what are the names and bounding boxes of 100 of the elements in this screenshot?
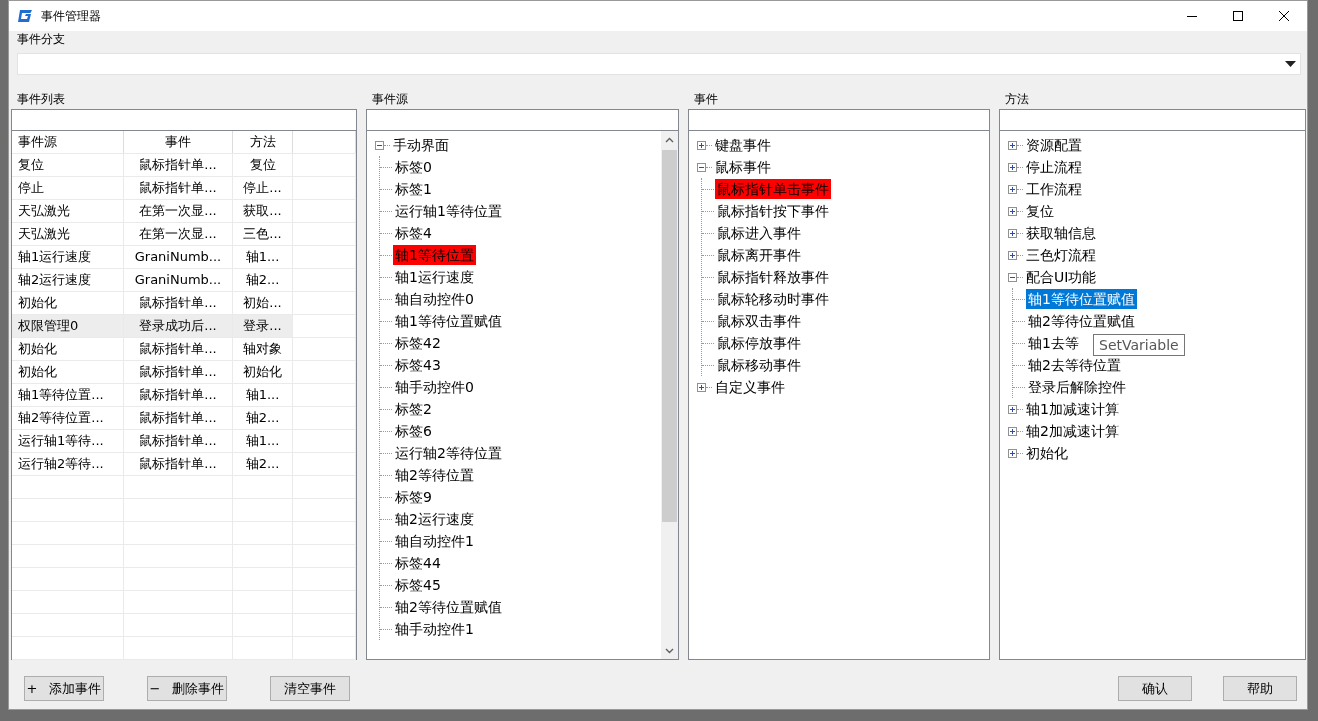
tree-item[interactable]: 运行轴2等待位置 [393, 443, 504, 463]
tree-item[interactable]: 登录后解除控件 [1026, 377, 1128, 397]
tree-item[interactable]: 鼠标事件 [713, 157, 773, 177]
table-cell: 鼠标指针单... [124, 154, 233, 176]
tree-item[interactable]: 标签42 [393, 333, 443, 353]
tree-item[interactable]: 自定义事件 [713, 377, 787, 397]
tree-item[interactable]: 轴1等待位置赋值 [393, 311, 504, 331]
tree-item[interactable]: 轴手动控件0 [393, 377, 476, 397]
tree-item[interactable]: 手动界面 [391, 135, 451, 155]
tree-item[interactable]: 轴2去等待位置 [1026, 355, 1123, 375]
tree-item[interactable]: 初始化 [1024, 443, 1070, 463]
table-cell: 在第一次显... [124, 200, 233, 222]
table-cell: 轴1... [233, 384, 293, 406]
table-cell: 鼠标指针单... [124, 384, 233, 406]
table-row[interactable]: 轴2运行速度 GraniNumb... 轴2... [12, 269, 356, 292]
action-button[interactable]: 清空事件 [270, 676, 350, 701]
table-row[interactable]: 天弘激光 在第一次显... 三色... [12, 223, 356, 246]
tree-item[interactable]: 运行轴1等待位置 [393, 201, 504, 221]
tree-item[interactable]: 标签6 [393, 421, 434, 441]
tree-item[interactable]: 标签43 [393, 355, 443, 375]
expand-icon[interactable] [1008, 162, 1017, 172]
tree-item[interactable]: 轴2等待位置 [393, 465, 476, 485]
tree-item[interactable]: 标签2 [393, 399, 434, 419]
app-logo-icon [17, 9, 33, 23]
column-header[interactable]: 方法 [233, 131, 293, 153]
tree-item[interactable]: 鼠标离开事件 [715, 245, 803, 265]
table-row[interactable]: 停止 鼠标指针单... 停止... [12, 177, 356, 200]
table-cell: 轴1等待位置... [12, 384, 124, 406]
table-row[interactable]: 运行轴2等待... 鼠标指针单... 轴2... [12, 453, 356, 476]
table-row[interactable]: 复位 鼠标指针单... 复位 [12, 154, 356, 177]
collapse-icon[interactable] [1008, 272, 1017, 282]
tree-item[interactable]: 轴2运行速度 [393, 509, 476, 529]
expand-icon[interactable] [1008, 228, 1017, 238]
tree-item[interactable]: 鼠标指针释放事件 [715, 267, 831, 287]
table-cell: 轴2... [233, 407, 293, 429]
tree-item[interactable]: 获取轴信息 [1024, 223, 1098, 243]
tree-item[interactable]: 复位 [1024, 201, 1056, 221]
tree-item[interactable]: 鼠标移动事件 [715, 355, 803, 375]
tree-item[interactable]: 轴2加减速计算 [1024, 421, 1121, 441]
tree-item[interactable]: 轴1等待位置 [393, 245, 476, 265]
tree-item[interactable]: 轴2等待位置赋值 [1026, 311, 1137, 331]
tree-item[interactable]: 轴自动控件0 [393, 289, 476, 309]
dialog-button[interactable]: 确认 [1118, 676, 1192, 701]
tree-item[interactable]: 标签4 [393, 223, 434, 243]
tree-item[interactable]: 轴1等待位置赋值 [1026, 289, 1137, 309]
column-header[interactable]: 事件 [124, 131, 233, 153]
tree-item[interactable]: 鼠标轮移动时事件 [715, 289, 831, 309]
tree-item[interactable]: 键盘事件 [713, 135, 773, 155]
table-cell: 初始... [233, 292, 293, 314]
expand-icon[interactable] [1008, 250, 1017, 260]
tree-item[interactable]: 鼠标指针按下事件 [715, 201, 831, 221]
expand-icon[interactable] [1008, 140, 1017, 150]
tree-item[interactable]: 鼠标停放事件 [715, 333, 803, 353]
table-row[interactable]: 天弘激光 在第一次显... 获取... [12, 200, 356, 223]
table-row[interactable]: 轴1等待位置... 鼠标指针单... 轴1... [12, 384, 356, 407]
expand-icon[interactable] [1008, 448, 1017, 458]
tree-item[interactable]: 标签0 [393, 157, 434, 177]
expand-icon[interactable] [1008, 184, 1017, 194]
tree-item[interactable]: 工作流程 [1024, 179, 1084, 199]
expand-icon[interactable] [697, 382, 706, 392]
table-cell: GraniNumb... [124, 246, 233, 268]
tree-item[interactable]: 轴自动控件1 [393, 531, 476, 551]
tree-item[interactable]: 轴1运行速度 [393, 267, 476, 287]
tree-item[interactable]: 标签44 [393, 553, 443, 573]
tree-item[interactable]: 配合UI功能 [1024, 267, 1099, 287]
tree-item[interactable]: 鼠标指针单击事件 [715, 179, 831, 199]
table-row[interactable]: 运行轴1等待... 鼠标指针单... 轴1... [12, 430, 356, 453]
tree-item[interactable]: 轴1加减速计算 [1024, 399, 1121, 419]
column-header[interactable]: 事件源 [12, 131, 124, 153]
tree-item[interactable]: 鼠标进入事件 [715, 223, 803, 243]
table-row[interactable]: 轴1运行速度 GraniNumb... 轴1... [12, 246, 356, 269]
expand-icon[interactable] [1008, 404, 1017, 414]
table-row[interactable]: 初始化 鼠标指针单... 初始化 [12, 361, 356, 384]
tree-item[interactable]: 标签45 [393, 575, 443, 595]
tree-item[interactable]: 轴2等待位置赋值 [393, 597, 504, 617]
table-row[interactable]: 轴2等待位置... 鼠标指针单... 轴2... [12, 407, 356, 430]
expand-icon[interactable] [1008, 426, 1017, 436]
tree-item[interactable]: 鼠标双击事件 [715, 311, 803, 331]
tree-item[interactable]: 停止流程 [1024, 157, 1084, 177]
action-button[interactable]: − 删除事件 [147, 676, 227, 701]
tree-item[interactable]: 标签1 [393, 179, 434, 199]
tree-item[interactable]: 轴手动控件1 [393, 619, 476, 639]
expand-icon[interactable] [697, 140, 706, 150]
collapse-icon[interactable] [697, 162, 706, 172]
tree-item[interactable]: 三色灯流程 [1024, 245, 1098, 265]
tree-item[interactable]: 资源配置 [1024, 135, 1084, 155]
table-cell: 权限管理0 [12, 315, 124, 337]
tree-item[interactable]: 标签9 [393, 487, 434, 507]
scroll-down-icon[interactable] [665, 647, 674, 654]
action-button[interactable]: + 添加事件 [24, 676, 104, 701]
table-row[interactable]: 权限管理0 登录成功后... 登录... [12, 315, 356, 338]
table-cell: 鼠标指针单... [124, 338, 233, 360]
scroll-up-icon[interactable] [665, 136, 674, 143]
tree-item[interactable]: 轴1去等 [1026, 333, 1081, 353]
scrollbar[interactable] [661, 131, 678, 659]
collapse-icon[interactable] [375, 140, 384, 150]
expand-icon[interactable] [1008, 206, 1017, 216]
table-cell: 运行轴2等待... [12, 453, 124, 475]
dialog-button[interactable]: 帮助 [1223, 676, 1297, 701]
table-row[interactable]: 初始化 鼠标指针单... 轴对象 [12, 338, 356, 361]
